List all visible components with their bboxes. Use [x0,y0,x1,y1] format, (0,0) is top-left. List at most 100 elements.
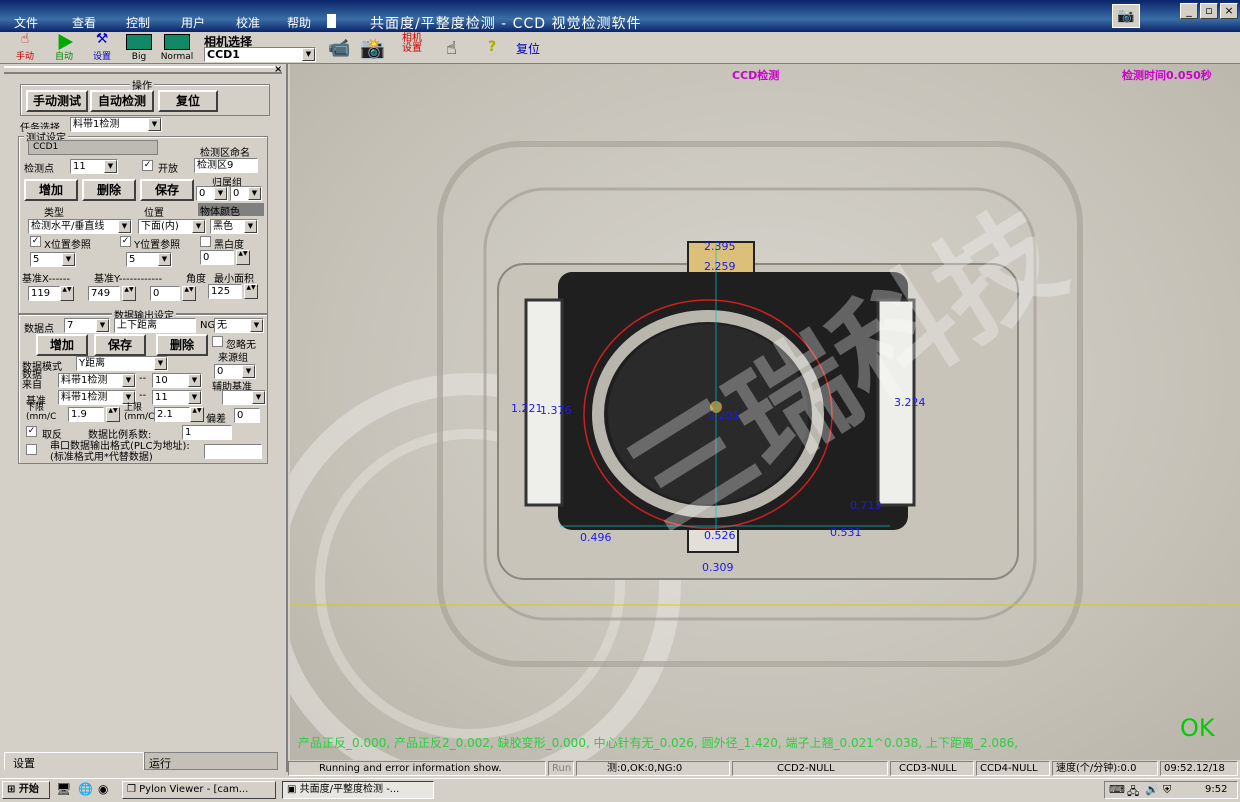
start-button[interactable]: ⊞ 开始 [2,781,50,799]
invert-checkbox[interactable]: ✓ [26,426,37,437]
min-area-spinner[interactable]: ▲▼ [244,284,258,299]
tray-network-icon[interactable]: 🖧 [1127,783,1139,802]
menu-file[interactable]: 文件 [14,14,38,31]
bw-input[interactable]: 0 [200,250,234,265]
camera-select[interactable]: CCD1 ▼ [204,47,316,62]
task-pylon[interactable]: ❐ Pylon Viewer - [cam... [122,781,276,799]
upper-limit-input[interactable]: 2.1 [154,407,190,422]
serial-input[interactable] [204,444,262,459]
menu-user[interactable]: 用户 [181,14,205,31]
position-select[interactable]: 下面(内) ▼ [138,219,206,234]
type-select[interactable]: 检测水平/垂直线 ▼ [28,219,132,234]
normal-view-button[interactable]: Normal [160,34,194,62]
hand-pointer-icon[interactable]: ☝ [446,38,457,59]
data-point-select[interactable]: 7 ▼ [64,318,110,333]
menu-view[interactable]: 查看 [72,14,96,31]
color-select[interactable]: 黑色 ▼ [210,219,258,234]
source-group-select[interactable]: 0 ▼ [214,364,256,379]
tray-shield-icon[interactable]: ⛨ [1163,783,1171,797]
menu-calibrate[interactable]: 校准 [236,14,260,31]
x-ref-select[interactable]: 5 ▼ [30,252,76,267]
save-button[interactable]: 保存 [140,179,194,201]
output-delete-button[interactable]: 删除 [156,334,208,356]
base-y-spinner[interactable]: ▲▼ [122,286,136,301]
chevron-down-icon: ▼ [250,319,263,332]
task-inspection[interactable]: ▣ 共面度/平整度检测 -... [282,781,434,799]
delete-button[interactable]: 删除 [82,179,136,201]
angle-input[interactable]: 0 [150,286,180,301]
upper-limit-spinner[interactable]: ▲▼ [190,407,204,422]
scale-label: 数据比例系数: [88,430,152,441]
hand-icon: ☝ [20,31,30,47]
serial-checkbox[interactable] [26,444,37,455]
media-icon[interactable]: ◉ [98,782,108,796]
status-message: Running and error information show. [288,761,546,776]
y-ref-select[interactable]: 5 ▼ [126,252,172,267]
group-select-a[interactable]: 0 ▼ [196,186,228,201]
tray-volume-icon[interactable]: 🔊 [1145,783,1159,796]
desktop-icon[interactable]: 🖥 [56,782,71,796]
play-icon [58,34,73,50]
output-save-button[interactable]: 保存 [94,334,146,356]
reset-button[interactable]: 复位 [158,90,218,112]
manual-button[interactable]: ☝ 手动 [10,31,40,62]
detect-point-select[interactable]: 11 ▼ [70,159,118,174]
auto-button[interactable]: 自动 [50,34,78,62]
offset-input[interactable]: 0 [234,408,260,423]
camera-settings-button[interactable]: 相机设置 [398,34,426,62]
menu-help[interactable]: 帮助 [287,14,311,31]
y-ref-label: Y位置参照 [134,240,181,251]
base-x-input[interactable]: 119 [28,286,60,301]
aux-base-select[interactable]: ▼ [222,390,266,405]
scale-input[interactable]: 1 [182,425,232,440]
tray-keyboard-icon[interactable]: ⌨ [1109,783,1125,796]
data-from-num-select[interactable]: 10 ▼ [152,373,202,388]
base-y-input[interactable]: 749 [88,286,120,301]
minimize-button[interactable]: _ [1180,3,1198,19]
help-icon[interactable]: ? [488,39,496,55]
maximize-button[interactable]: ▫ [1200,3,1218,19]
camera-tab[interactable]: CCD1 [28,140,158,155]
cctv-icon[interactable]: 📹 [328,38,350,59]
add-button[interactable]: 增加 [24,179,78,201]
settings-button[interactable]: ⚒ 设置 [88,32,116,62]
ignore-checkbox[interactable] [212,336,223,347]
browser-icon[interactable]: 🌐 [78,782,93,796]
base-num-select[interactable]: 11 ▼ [152,390,202,405]
ng-select[interactable]: 无 ▼ [214,318,264,333]
bw-checkbox[interactable] [200,236,211,247]
camera-view[interactable]: 三瑞科技 CCD检测 检测时间0.050秒 2.395 2.259 1.221 … [290,64,1240,760]
auto-detect-button[interactable]: 自动检测 [90,90,154,112]
camera-setup-icon[interactable]: 📸 [360,36,385,60]
zone-name-input[interactable]: 检测区9 [194,158,258,173]
window-title: 共面度/平整度检测 - CCD 视觉检测软件 [370,16,642,32]
menu-control[interactable]: 控制 [126,14,150,31]
tab-settings[interactable]: 设置 [4,752,144,770]
tab-run[interactable]: 运行 [144,752,278,770]
lower-limit-spinner[interactable]: ▲▼ [106,407,120,422]
data-from-select[interactable]: 料带1检测 ▼ [58,373,136,388]
y-ref-checkbox[interactable]: ✓ [120,236,131,247]
monitor-normal-icon [164,34,190,50]
min-area-input[interactable]: 125 [208,284,242,299]
close-button[interactable]: × [1220,3,1238,19]
angle-spinner[interactable]: ▲▼ [182,286,196,301]
x-ref-checkbox[interactable]: ✓ [30,236,41,247]
panel-grip[interactable] [4,66,282,74]
data-mode-select[interactable]: Y距离 ▼ [76,356,168,371]
title-bar: 文件 查看 控制 用户 校准 帮助 共面度/平整度检测 - CCD 视觉检测软件… [0,0,1240,32]
panel-close-icon[interactable]: × [274,64,282,75]
group-select-b[interactable]: 0 ▼ [230,186,262,201]
manual-test-button[interactable]: 手动测试 [26,90,88,112]
data-name-input[interactable]: 上下距离 [114,318,196,333]
big-view-button[interactable]: Big [124,34,154,62]
enable-checkbox[interactable]: ✓ [142,160,153,171]
reset-toolbar-button[interactable]: 复位 [516,40,540,57]
output-add-button[interactable]: 增加 [36,334,88,356]
measurement-label: 3.224 [894,396,926,409]
bw-spinner[interactable]: ▲▼ [236,250,250,265]
task-select[interactable]: 料带1检测 ▼ [70,117,162,132]
lower-limit-input[interactable]: 1.9 [68,407,104,422]
base-x-spinner[interactable]: ▲▼ [60,286,74,301]
invert-label: 取反 [42,430,62,441]
